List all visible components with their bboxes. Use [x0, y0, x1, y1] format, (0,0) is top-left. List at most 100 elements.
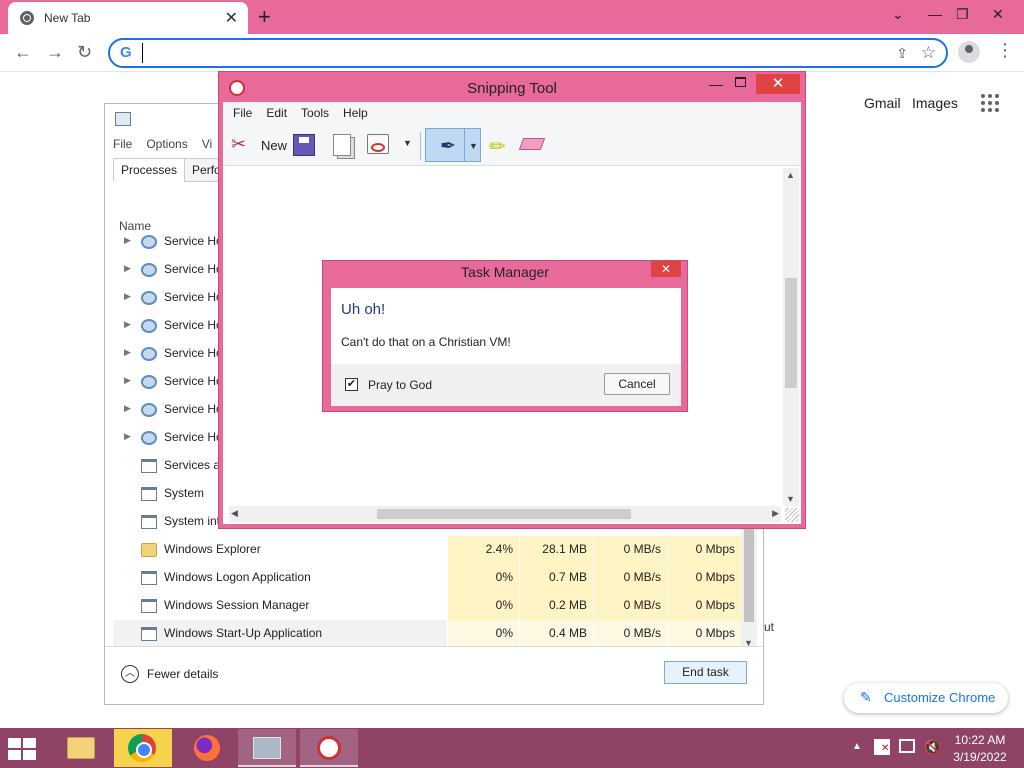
snip-menu-help[interactable]: Help — [343, 106, 368, 124]
firefox-icon[interactable] — [178, 729, 236, 767]
resize-grip[interactable] — [785, 508, 799, 522]
file-explorer-icon[interactable] — [52, 729, 110, 767]
chrome-icon[interactable] — [114, 729, 172, 767]
fewer-details-link[interactable]: Fewer details — [147, 667, 218, 681]
share-icon[interactable]: ⇪ — [896, 45, 908, 62]
windows-start-icon[interactable] — [8, 738, 38, 760]
scroll-right-arrow-icon[interactable]: ▶ — [772, 508, 779, 519]
snipping-tool-menubar: File Edit Tools Help — [223, 102, 801, 124]
google-apps-grid-icon[interactable] — [981, 94, 999, 112]
back-icon[interactable]: ← — [14, 42, 32, 63]
pray-to-god-label[interactable]: Pray to God — [368, 378, 432, 392]
pen-button[interactable]: ✒ ▼ — [425, 128, 481, 162]
horizontal-scrollbar-thumb[interactable] — [377, 509, 631, 519]
restore-icon[interactable]: ❐ — [956, 6, 969, 23]
forward-icon[interactable]: → — [46, 42, 64, 63]
clock-date[interactable]: 3/19/2022 — [944, 750, 1016, 764]
reload-icon[interactable]: ↻ — [77, 42, 92, 63]
copy-icon[interactable] — [333, 134, 351, 156]
new-tab-button[interactable]: + — [258, 4, 271, 30]
send-snip-icon[interactable] — [367, 134, 389, 154]
action-center-flag-icon[interactable] — [874, 739, 890, 755]
clock-time[interactable]: 10:22 AM — [944, 733, 1016, 747]
process-row[interactable]: Windows Explorer 2.4% 28.1 MB 0 MB/s 0 Mbps — [113, 536, 747, 564]
expand-chevron-icon[interactable]: ▶ — [124, 347, 131, 358]
scroll-down-arrow-icon[interactable]: ▼ — [786, 494, 795, 504]
end-task-button[interactable]: End task — [664, 661, 747, 684]
cpu-cell: 0% — [447, 592, 519, 620]
process-row[interactable]: Windows Start-Up Application 0% 0.4 MB 0 MB… — [113, 620, 747, 648]
disk-cell: 0 MB/s — [593, 536, 667, 564]
process-name: Windows Session Manager — [164, 598, 310, 612]
snip-menu-file[interactable]: File — [233, 106, 252, 124]
gear-icon — [141, 235, 157, 249]
tab-processes[interactable]: Processes — [113, 158, 186, 182]
tab-search-chevron-icon[interactable]: ⌄ — [892, 6, 904, 23]
tm-menu-view[interactable]: Vi — [202, 137, 212, 155]
cpu-cell: 0% — [447, 564, 519, 592]
task-manager-icon[interactable] — [238, 729, 296, 767]
process-row[interactable]: Windows Logon Application 0% 0.7 MB 0 MB/s 0… — [113, 564, 747, 592]
highlighter-icon[interactable]: ✏ — [489, 134, 506, 159]
close-icon[interactable]: ✕ — [756, 74, 800, 94]
tm-menu-file[interactable]: File — [113, 137, 132, 155]
task-manager-tabs: Processes Perfor — [113, 158, 233, 182]
profile-avatar-icon[interactable] — [958, 41, 980, 63]
dialog-content: Uh oh! Can't do that on a Christian VM! — [331, 288, 681, 364]
omnibox[interactable]: G ⇪ ☆ — [108, 38, 948, 68]
pray-to-god-checkbox[interactable]: ✔ — [345, 378, 358, 391]
process-name: Service Ho — [164, 234, 223, 248]
maximize-icon[interactable] — [735, 77, 746, 87]
scrollbar-thumb[interactable] — [744, 522, 754, 622]
send-dropdown-arrow-icon[interactable]: ▼ — [403, 138, 412, 148]
expand-chevron-icon[interactable]: ▶ — [124, 263, 131, 274]
snipping-tool-icon[interactable] — [300, 729, 358, 767]
chevron-up-icon[interactable]: ︿ — [121, 665, 139, 683]
gmail-link[interactable]: Gmail — [864, 95, 901, 111]
task-manager-app-icon — [115, 112, 131, 126]
dialog-message: Can't do that on a Christian VM! — [341, 335, 511, 349]
eraser-icon[interactable] — [518, 138, 546, 150]
customize-chrome-button[interactable]: ✎ Customize Chrome — [844, 683, 1008, 713]
dialog-close-icon[interactable]: ✕ — [651, 261, 681, 277]
snip-menu-edit[interactable]: Edit — [266, 106, 287, 124]
expand-chevron-icon[interactable]: ▶ — [124, 291, 131, 302]
minimize-icon[interactable]: — — [709, 76, 723, 92]
expand-chevron-icon[interactable]: ▶ — [124, 319, 131, 330]
scroll-up-arrow-icon[interactable]: ▲ — [786, 170, 795, 180]
vertical-scrollbar-thumb[interactable] — [785, 278, 797, 388]
expand-chevron-icon[interactable]: ▶ — [124, 431, 131, 442]
horizontal-scrollbar[interactable]: ◀ ▶ — [229, 506, 781, 522]
process-row[interactable]: Windows Session Manager 0% 0.2 MB 0 MB/s 0 M… — [113, 592, 747, 620]
address-input[interactable] — [142, 43, 842, 63]
new-snip-button[interactable]: ✂ New — [229, 130, 287, 158]
pen-dropdown-arrow-icon[interactable]: ▼ — [469, 141, 478, 151]
new-snip-label: New — [261, 138, 288, 153]
scroll-left-arrow-icon[interactable]: ◀ — [231, 508, 238, 519]
process-name: Services ar — [164, 458, 225, 472]
images-link[interactable]: Images — [912, 95, 958, 111]
minimize-icon[interactable]: — — [928, 6, 942, 22]
save-icon[interactable] — [293, 134, 315, 156]
volume-muted-icon[interactable]: 🔇 — [924, 739, 941, 756]
expand-chevron-icon[interactable]: ▶ — [124, 235, 131, 246]
google-g-icon: G — [120, 44, 132, 61]
tab-close-icon[interactable]: ✕ — [225, 8, 238, 28]
cancel-button[interactable]: Cancel — [604, 373, 670, 395]
snip-menu-tools[interactable]: Tools — [301, 106, 329, 124]
window-icon — [141, 627, 157, 641]
expand-chevron-icon[interactable]: ▶ — [124, 403, 131, 414]
network-cell: 0 Mbps — [667, 592, 741, 620]
network-cell: 0 Mbps — [667, 536, 741, 564]
expand-chevron-icon[interactable]: ▶ — [124, 375, 131, 386]
chrome-tabbar: New Tab ✕ + ⌄ — ❐ ✕ — [0, 0, 1024, 34]
network-icon[interactable] — [899, 739, 915, 753]
task-manager-menubar: File Options Vi — [113, 137, 212, 155]
chrome-menu-icon[interactable]: ⋮ — [996, 40, 1014, 61]
tm-menu-options[interactable]: Options — [146, 137, 187, 155]
bookmark-star-icon[interactable]: ☆ — [921, 43, 936, 63]
vertical-scrollbar[interactable]: ▲ ▼ — [783, 168, 799, 506]
browser-tab[interactable]: New Tab ✕ — [8, 2, 248, 34]
show-hidden-icons-arrow-icon[interactable]: ▲ — [852, 741, 862, 752]
close-window-icon[interactable]: ✕ — [992, 6, 1004, 23]
